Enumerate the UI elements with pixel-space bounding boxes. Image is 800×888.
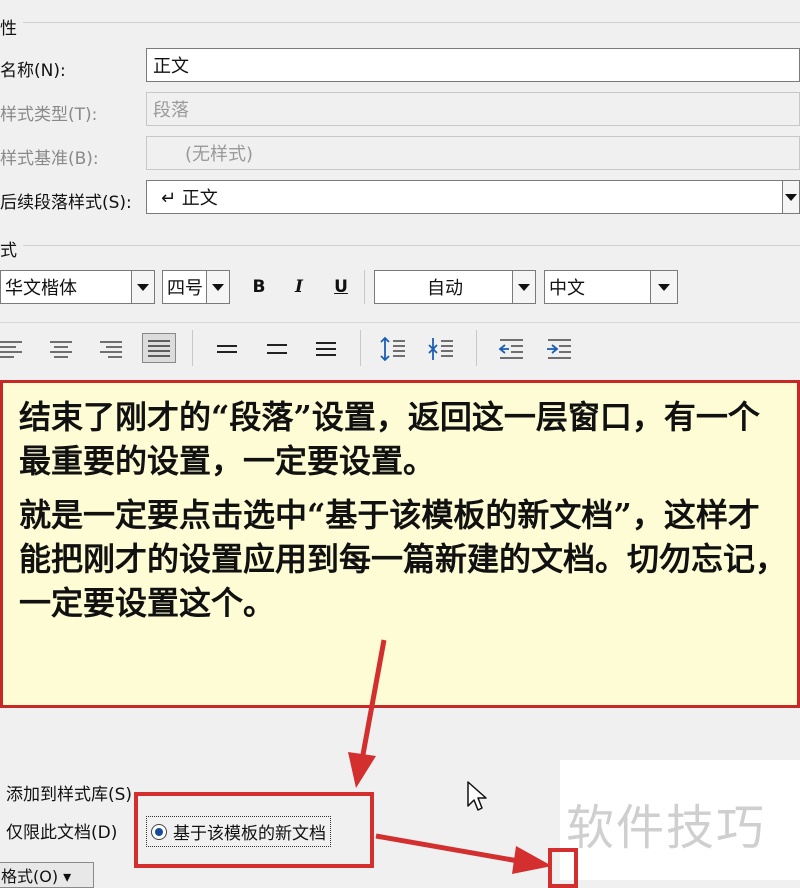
highlight-box-right [548,848,578,888]
annotation-arrows [348,639,552,874]
